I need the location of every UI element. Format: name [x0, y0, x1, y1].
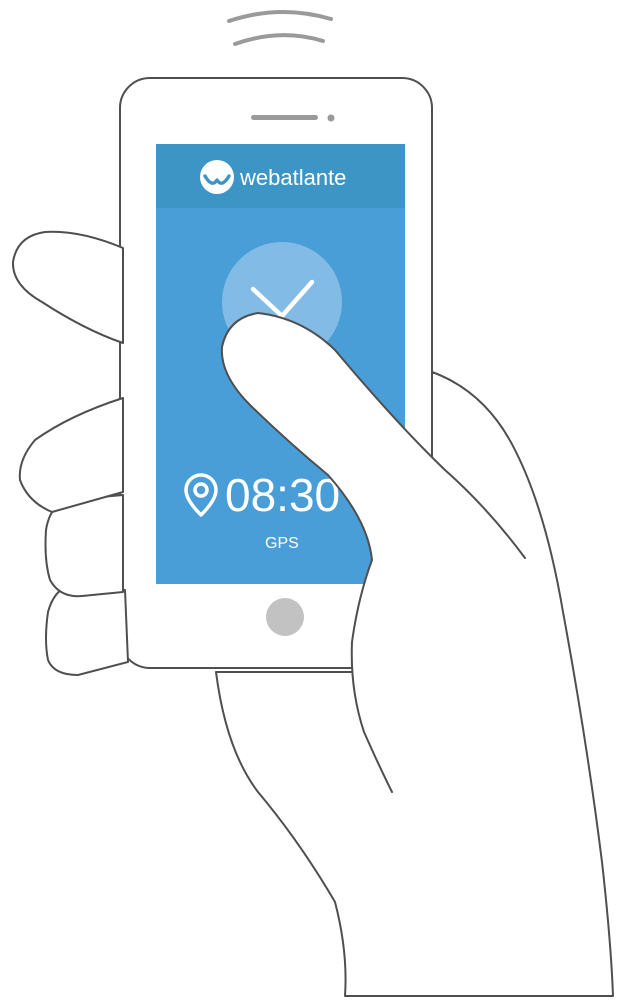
home-button-icon[interactable] — [266, 598, 304, 636]
finger-top — [11, 230, 124, 344]
time-label: GPS — [265, 535, 299, 552]
time-display: 08:30 — [225, 469, 340, 521]
brand-name: webatlante — [239, 165, 346, 190]
finger-middle — [18, 397, 124, 513]
phone-speaker — [251, 115, 318, 120]
illustration-stage: webatlante 08:30 GPS — [0, 0, 623, 1001]
signal-waves-icon — [227, 9, 333, 46]
hand-fingers-left — [11, 230, 129, 676]
phone-front-camera — [327, 114, 335, 122]
finger-bottom — [45, 584, 129, 676]
phone-in-hand-illustration: webatlante 08:30 GPS — [11, 9, 614, 997]
webatlante-logo-icon — [200, 160, 234, 194]
